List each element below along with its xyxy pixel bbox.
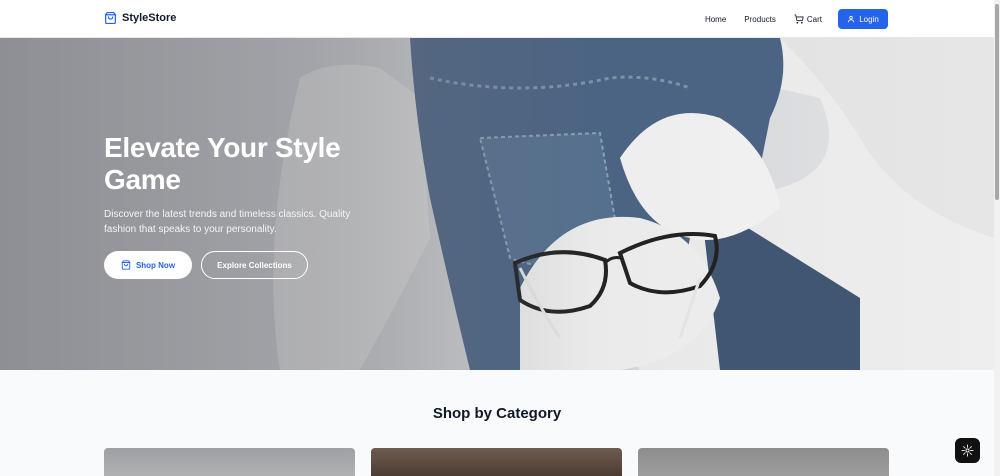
nav-home-link[interactable]: Home xyxy=(705,15,726,24)
page-scrollbar[interactable] xyxy=(994,0,1000,476)
nav-products-link[interactable]: Products xyxy=(744,15,776,24)
brand-name: StyleStore xyxy=(122,12,177,24)
user-icon xyxy=(848,15,855,23)
brand-logo[interactable]: StyleStore xyxy=(104,11,176,25)
cart-icon xyxy=(794,14,804,24)
login-label: Login xyxy=(859,14,879,24)
shopping-bag-icon xyxy=(121,260,131,270)
nav-cart-label: Cart xyxy=(806,14,822,24)
scrollbar-thumb[interactable] xyxy=(995,4,999,200)
nav-cart-link[interactable]: Cart xyxy=(794,14,822,24)
login-button[interactable]: Login xyxy=(838,9,888,29)
sparkle-icon xyxy=(961,444,974,457)
category-card[interactable] xyxy=(371,448,622,476)
category-card[interactable] xyxy=(638,448,889,476)
category-section: Shop by Category xyxy=(0,370,994,476)
hero-banner: Elevate Your Style Game Discover the lat… xyxy=(0,38,994,370)
hero-content: Elevate Your Style Game Discover the lat… xyxy=(104,132,404,279)
category-card[interactable] xyxy=(104,448,355,476)
shopping-bag-icon xyxy=(105,11,116,25)
explore-collections-button[interactable]: Explore Collections xyxy=(201,251,308,279)
navbar: StyleStore Home Products Cart Login xyxy=(0,0,994,38)
hero-buttons: Shop Now Explore Collections xyxy=(104,251,404,279)
hero-title: Elevate Your Style Game xyxy=(104,132,341,195)
hero-subtitle: Discover the latest trends and timeless … xyxy=(104,209,351,235)
nav-links: Home Products Cart Login xyxy=(705,9,888,29)
shop-now-button[interactable]: Shop Now xyxy=(104,251,192,279)
shop-now-label: Shop Now xyxy=(135,260,176,270)
category-title: Shop by Category xyxy=(432,405,562,422)
category-cards xyxy=(104,448,889,476)
floating-widget-button[interactable] xyxy=(955,438,980,463)
